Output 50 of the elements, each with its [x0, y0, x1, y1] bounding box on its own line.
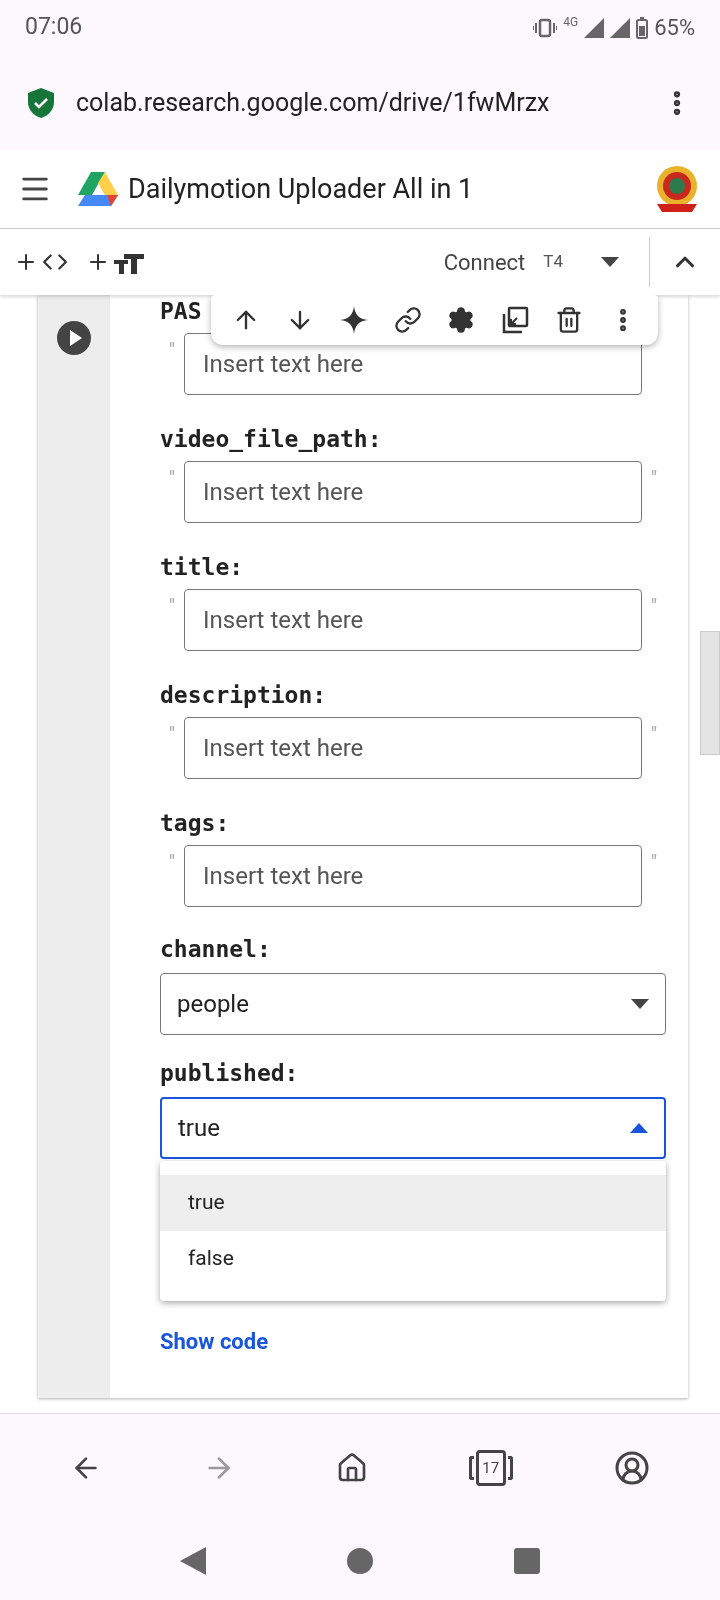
quote-mark: ": [168, 339, 176, 361]
input-field[interactable]: Insert text here: [184, 461, 642, 523]
dropdown-field[interactable]: people: [160, 973, 666, 1035]
show-code-link[interactable]: Show code: [160, 1325, 269, 1358]
signal-icon: [584, 17, 605, 38]
battery-level: 65%: [654, 14, 695, 42]
field-label: published:: [160, 1059, 299, 1087]
recents-nav-icon[interactable]: [513, 1548, 540, 1574]
link-icon[interactable]: [393, 306, 422, 334]
quote-mark: ": [168, 851, 176, 873]
home-icon[interactable]: [336, 1452, 368, 1484]
back-nav-icon[interactable]: [180, 1547, 207, 1575]
input-field[interactable]: Insert text here: [184, 589, 642, 651]
shield-check-icon: [28, 87, 54, 118]
caret-icon: [630, 1123, 648, 1133]
dropdown-caret-icon: [601, 257, 619, 267]
caret-icon: [631, 999, 649, 1009]
drive-logo-icon: [78, 172, 118, 206]
field-label: PAS: [160, 297, 202, 325]
copy-to-icon[interactable]: [501, 306, 530, 334]
quote-mark: ": [168, 467, 176, 489]
vibrate-icon: [533, 17, 558, 38]
quote-mark: ": [650, 595, 658, 617]
field-label: tags:: [160, 809, 230, 837]
input-field[interactable]: Insert text here: [184, 717, 642, 779]
notebook-title: Dailymotion Uploader All in 1: [128, 171, 474, 207]
quote-mark: ": [650, 467, 658, 489]
dropdown-option[interactable]: true: [160, 1175, 666, 1231]
run-button[interactable]: [57, 321, 91, 355]
quote-mark: ": [168, 595, 176, 617]
clock: 07:06: [25, 12, 83, 43]
quote-mark: ": [650, 723, 658, 745]
sparkle-icon[interactable]: [339, 306, 368, 334]
field-label: channel:: [160, 935, 271, 963]
signal-icon: [610, 17, 631, 38]
profile-icon[interactable]: [613, 1450, 650, 1486]
field-label: description:: [160, 681, 327, 709]
input-field[interactable]: Insert text here: [184, 845, 642, 907]
connect-button[interactable]: Connect: [443, 245, 526, 279]
network-type: 4G: [563, 13, 579, 31]
quote-mark: ": [168, 723, 176, 745]
scrollbar[interactable]: [700, 631, 720, 755]
field-label: video_file_path:: [160, 425, 382, 453]
runtime-label: T4: [543, 250, 563, 274]
field-label: title:: [160, 553, 244, 581]
dropdown-field[interactable]: true: [160, 1097, 666, 1159]
quote-mark: ": [650, 851, 658, 873]
home-nav-icon[interactable]: [347, 1548, 373, 1574]
battery-icon: [636, 16, 649, 39]
dropdown-option[interactable]: false: [160, 1231, 666, 1287]
